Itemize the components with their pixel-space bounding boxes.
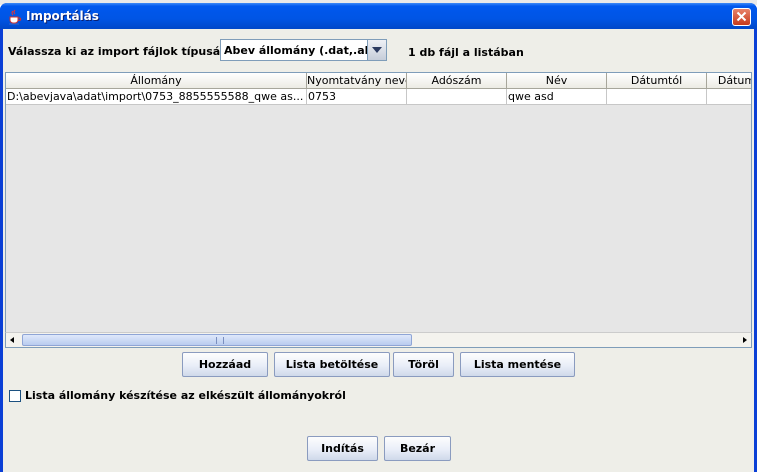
grip-icon: [216, 337, 224, 344]
import-file-table[interactable]: Állomány Nyomtatvány neve Adószám Név Dá…: [5, 72, 752, 348]
save-list-button[interactable]: Lista mentése: [460, 352, 575, 377]
column-header-datum[interactable]: Dátum: [707, 73, 751, 89]
import-dialog: Importálás Válassza ki az import fájlok …: [0, 3, 757, 472]
table-cell-name: qwe asd: [507, 89, 607, 105]
table-cell-file: D:\abevjava\adat\import\0753_8855555588_…: [6, 89, 307, 105]
file-count-label: 1 db fájl a listában: [408, 46, 524, 59]
dialog-content: Válassza ki az import fájlok típusát : A…: [3, 29, 754, 472]
filetype-select[interactable]: Abev állomány (.dat,.abv): [220, 39, 387, 61]
start-button[interactable]: Indítás: [307, 436, 378, 461]
table-cell-date-to: [707, 89, 751, 105]
arrow-left-icon: [10, 337, 14, 343]
create-list-checkbox-label[interactable]: Lista állomány készítése az elkészült ál…: [25, 389, 346, 402]
column-header-nev[interactable]: Név: [507, 73, 607, 89]
close-button[interactable]: Bezár: [384, 436, 451, 461]
java-cup-icon: [6, 9, 22, 25]
column-header-allomany[interactable]: Állomány: [6, 73, 307, 89]
filetype-label: Válassza ki az import fájlok típusát :: [8, 45, 234, 58]
window-title: Importálás: [26, 9, 99, 23]
delete-button[interactable]: Töröl: [393, 352, 454, 377]
scrollbar-thumb[interactable]: [22, 334, 412, 346]
table-cell-form-name: 0753: [307, 89, 407, 105]
close-window-button[interactable]: [732, 8, 751, 26]
arrow-right-icon: [743, 337, 747, 343]
column-header-datumtol[interactable]: Dátumtól: [607, 73, 707, 89]
scroll-right-button[interactable]: [737, 333, 751, 347]
load-list-button[interactable]: Lista betöltése: [274, 352, 390, 377]
filetype-selected-value: Abev állomány (.dat,.abv): [224, 44, 385, 57]
table-cell-date-from: [607, 89, 707, 105]
column-header-adoszam[interactable]: Adószám: [407, 73, 507, 89]
add-button[interactable]: Hozzáad: [182, 352, 268, 377]
column-header-nyomtatvany-neve[interactable]: Nyomtatvány neve: [307, 73, 407, 89]
table-cell-tax-number: [407, 89, 507, 105]
horizontal-scrollbar[interactable]: [5, 332, 752, 348]
title-bar[interactable]: Importálás: [0, 3, 757, 29]
scroll-left-button[interactable]: [6, 333, 20, 347]
close-icon: [736, 11, 747, 22]
chevron-down-icon: [372, 47, 382, 53]
create-list-checkbox[interactable]: [9, 390, 21, 402]
filetype-dropdown-button[interactable]: [367, 40, 386, 60]
